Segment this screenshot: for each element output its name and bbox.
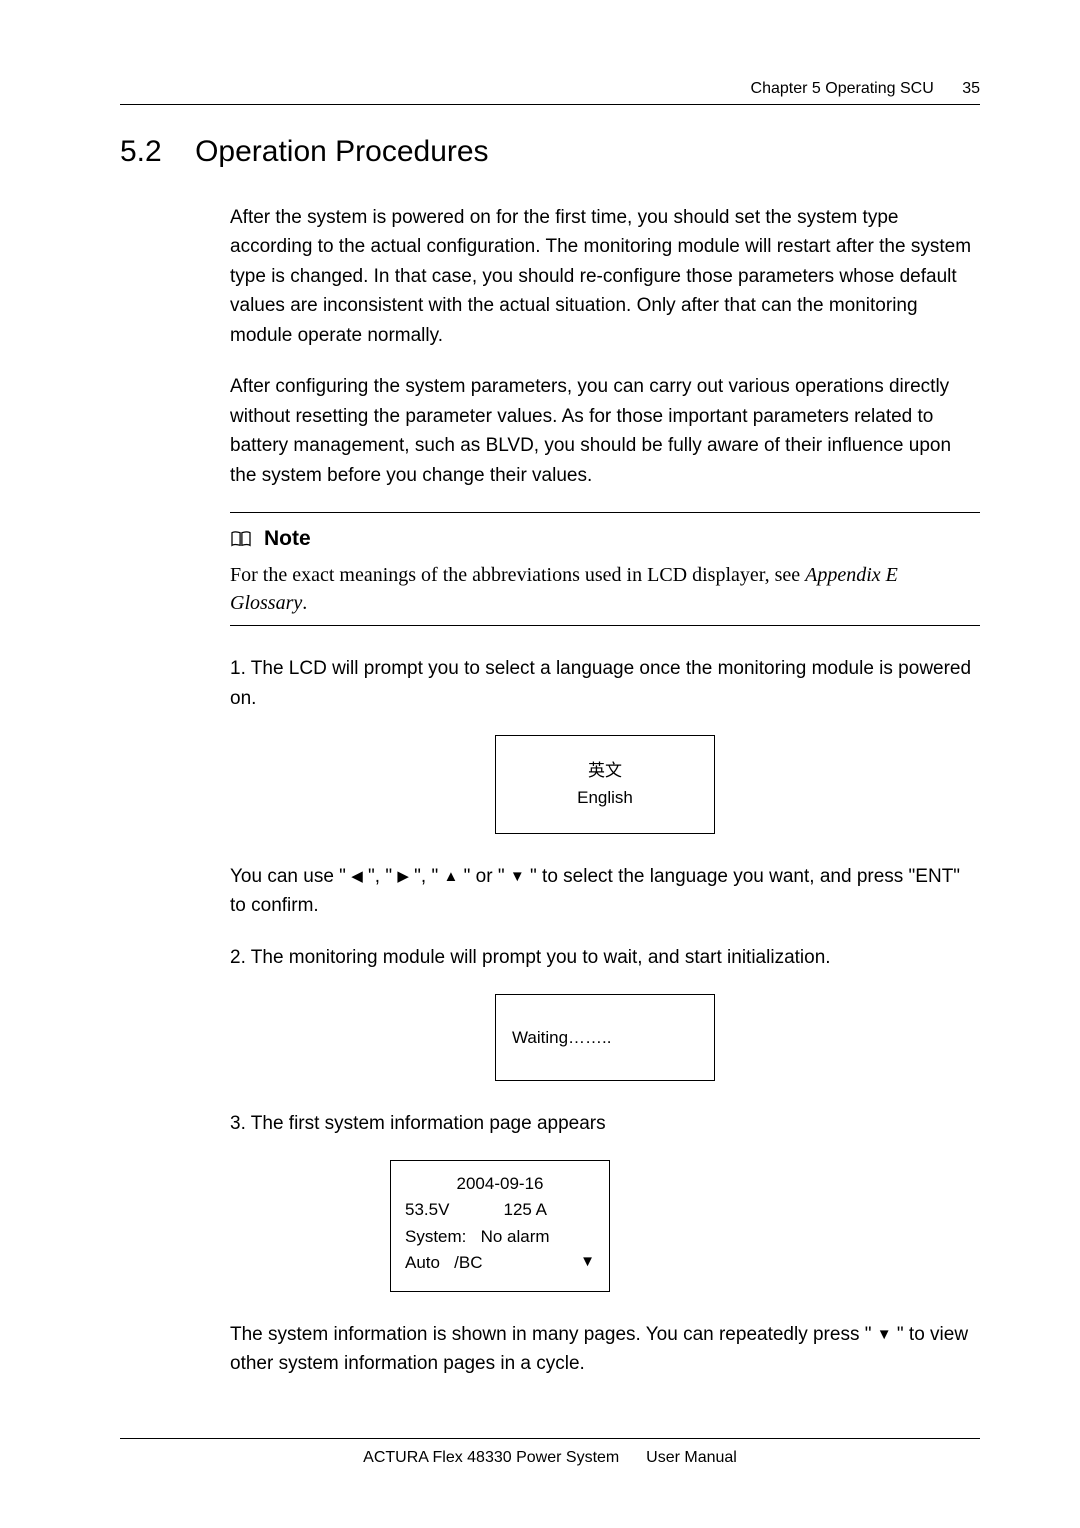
- nav-instruction: You can use " ◀ ", " ▶ ", " ▲ " or " ▼ "…: [230, 862, 980, 921]
- nav-mid2: ", ": [409, 866, 444, 887]
- lcd-system-info: 2004-09-16 53.5V 125 A System: No alarm …: [390, 1160, 610, 1291]
- section-title: Operation Procedures: [195, 135, 489, 168]
- lcd-system-label: System:: [405, 1227, 466, 1246]
- lcd-date: 2004-09-16: [405, 1171, 595, 1197]
- paragraph-intro-1: After the system is powered on for the f…: [230, 203, 980, 350]
- lcd-line-en: English: [508, 785, 702, 811]
- header-page-number: 35: [962, 80, 980, 98]
- note-text-pre: For the exact meanings of the abbreviati…: [230, 564, 805, 586]
- lcd-language-select: 英文 English: [495, 735, 715, 834]
- lcd-system-value: No alarm: [481, 1227, 550, 1246]
- step-3-text: 3. The first system information page app…: [230, 1109, 980, 1138]
- note-block: Note For the exact meanings of the abbre…: [230, 512, 980, 627]
- section-number: 5.2: [120, 135, 162, 168]
- arrow-down-icon: ▼: [877, 1323, 892, 1346]
- footer-doc-type: User Manual: [646, 1449, 737, 1466]
- lcd-voltage: 53.5V: [405, 1197, 449, 1223]
- page-header: Chapter 5 Operating SCU 35: [120, 80, 980, 105]
- system-info-cycle-text: The system information is shown in many …: [230, 1320, 980, 1379]
- step-1-text: 1. The LCD will prompt you to select a l…: [230, 654, 980, 713]
- cycle-pre: The system information is shown in many …: [230, 1324, 877, 1345]
- nav-pre: You can use ": [230, 866, 351, 887]
- arrow-up-icon: ▲: [444, 865, 459, 888]
- lcd-mode: Auto: [405, 1253, 440, 1272]
- header-chapter: Chapter 5 Operating SCU: [751, 80, 934, 98]
- arrow-right-icon: ▶: [397, 865, 409, 888]
- paragraph-intro-2: After configuring the system parameters,…: [230, 372, 980, 490]
- footer-product: ACTURA Flex 48330 Power System: [363, 1449, 619, 1466]
- lcd-waiting-text: Waiting……..: [512, 1025, 698, 1051]
- lcd-waiting: Waiting……..: [495, 994, 715, 1080]
- lcd-current: 125 A: [504, 1197, 548, 1223]
- arrow-down-icon: ▼: [510, 865, 525, 888]
- lcd-line-cn: 英文: [508, 758, 702, 784]
- nav-mid1: ", ": [363, 866, 398, 887]
- note-body: For the exact meanings of the abbreviati…: [230, 561, 980, 626]
- arrow-left-icon: ◀: [351, 865, 363, 888]
- note-text-post: .: [302, 592, 307, 614]
- note-label: Note: [264, 523, 311, 556]
- lcd-bc: /BC: [454, 1253, 482, 1272]
- book-icon: [230, 530, 252, 548]
- step-2-text: 2. The monitoring module will prompt you…: [230, 943, 980, 972]
- section-heading: 5.2 Operation Procedures: [120, 135, 980, 169]
- page-footer: ACTURA Flex 48330 Power System User Manu…: [120, 1438, 980, 1467]
- nav-mid3: " or ": [458, 866, 510, 887]
- arrow-down-icon: ▼: [580, 1250, 595, 1276]
